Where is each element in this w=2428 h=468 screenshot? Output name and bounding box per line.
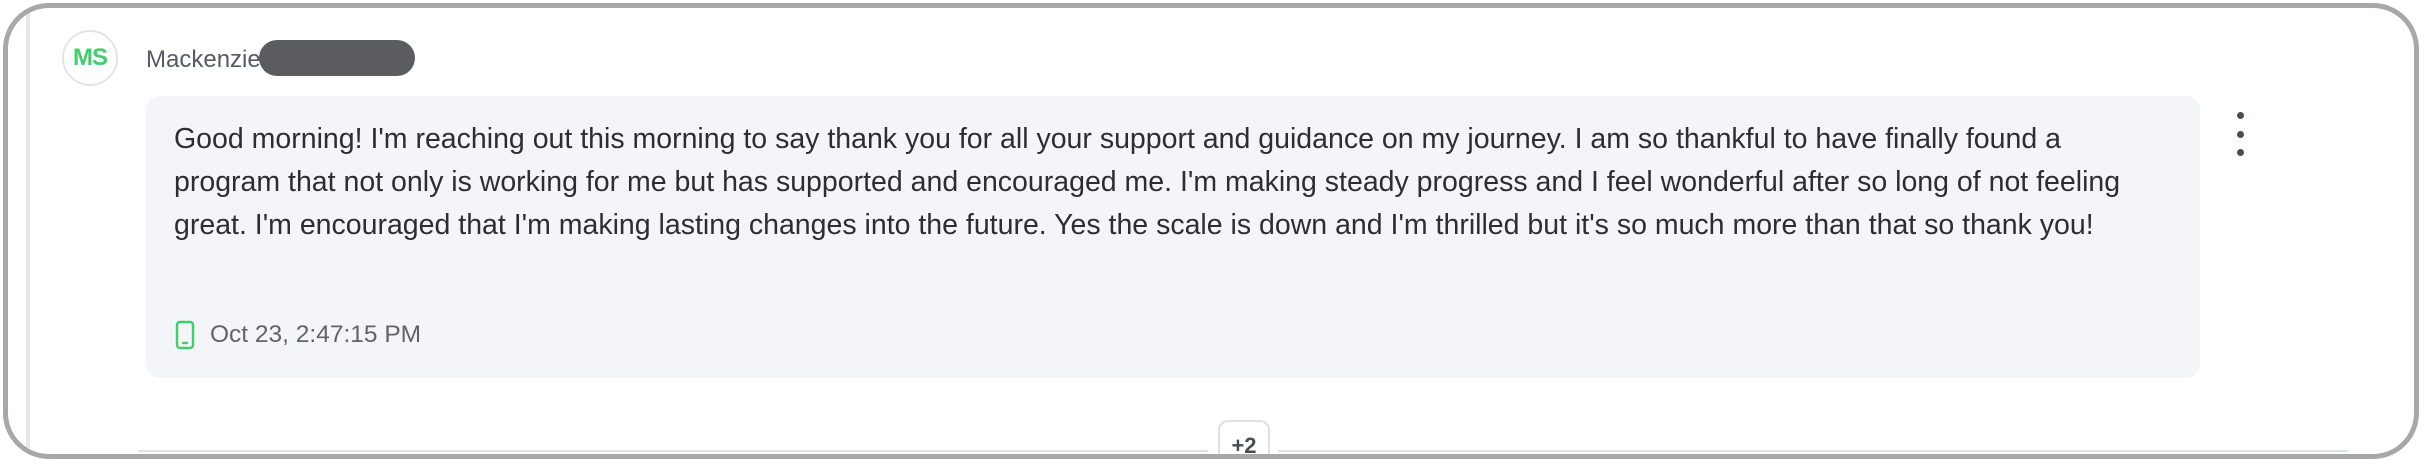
thread-divider-left xyxy=(138,450,1208,452)
kebab-dot-icon xyxy=(2236,112,2244,119)
kebab-dot-icon xyxy=(2236,130,2244,138)
redacted-surname xyxy=(258,40,415,76)
thread-divider-right xyxy=(1278,450,2348,452)
message-timestamp: Oct 23, 2:47:15 PM xyxy=(210,321,422,348)
message-card: MS Mackenzie Good morning! I'm reaching … xyxy=(3,3,2419,459)
avatar[interactable]: MS xyxy=(62,30,118,86)
message-text: Good morning! I'm reaching out this morn… xyxy=(174,123,2121,241)
mobile-phone-icon xyxy=(175,320,195,350)
sender-header: Mackenzie xyxy=(146,40,415,76)
show-more-messages-button[interactable]: +2 xyxy=(1218,420,1270,454)
kebab-dot-icon xyxy=(2236,149,2244,156)
sender-name[interactable]: Mackenzie xyxy=(146,46,261,74)
more-options-button[interactable] xyxy=(2230,112,2250,156)
message-meta: Oct 23, 2:47:15 PM xyxy=(174,320,421,350)
message-bubble: Good morning! I'm reaching out this morn… xyxy=(146,96,2200,378)
avatar-initials: MS xyxy=(73,44,108,71)
thread-rail xyxy=(26,8,30,454)
